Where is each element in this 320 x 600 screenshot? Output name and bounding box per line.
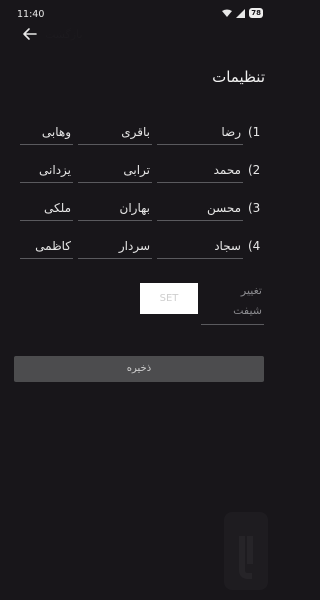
- shift-input[interactable]: تغییر شیفت: [226, 281, 262, 321]
- status-time: 11:40: [17, 9, 45, 20]
- middle-name-field[interactable]: باقری: [78, 121, 152, 145]
- back-arrow-icon[interactable]: [20, 24, 40, 44]
- last-name-field[interactable]: کاظمی: [20, 235, 73, 259]
- first-name-field[interactable]: محسن: [157, 197, 243, 221]
- wifi-icon: [222, 9, 233, 17]
- shift-placeholder-line2: شیفت: [233, 304, 262, 317]
- page-title: تنظیمات: [212, 68, 265, 86]
- status-icons: 78: [222, 8, 263, 18]
- staff-row-2: (2 محمد ترابی یزدانی: [0, 159, 277, 189]
- last-name-field[interactable]: یزدانی: [20, 159, 73, 183]
- middle-name-field[interactable]: سردار: [78, 235, 152, 259]
- back-label[interactable]: بازگشت: [45, 28, 83, 41]
- middle-name-field[interactable]: ترابی: [78, 159, 152, 183]
- battery-icon: 78: [249, 8, 263, 18]
- app-bar: بازگشت: [0, 24, 277, 54]
- shift-input-underline: [201, 324, 264, 325]
- status-bar: 11:40 78: [0, 0, 277, 24]
- first-name-field[interactable]: رضا: [157, 121, 243, 145]
- app-logo-watermark-icon: [224, 512, 268, 590]
- staff-row-1: (1 رضا باقری وهابی: [0, 121, 277, 151]
- first-name-field[interactable]: محمد: [157, 159, 243, 183]
- last-name-field[interactable]: وهابی: [20, 121, 73, 145]
- first-name-field[interactable]: سجاد: [157, 235, 243, 259]
- row-number: (4: [248, 239, 261, 253]
- middle-name-field[interactable]: بهاران: [78, 197, 152, 221]
- staff-row-4: (4 سجاد سردار کاظمی: [0, 235, 277, 265]
- signal-icon: [236, 8, 246, 18]
- staff-row-3: (3 محسن بهاران ملکی: [0, 197, 277, 227]
- save-button[interactable]: ذخیره: [14, 356, 264, 382]
- row-number: (3: [248, 201, 261, 215]
- set-button[interactable]: SET: [140, 283, 198, 314]
- row-number: (2: [248, 163, 261, 177]
- last-name-field[interactable]: ملکی: [20, 197, 73, 221]
- row-number: (1: [248, 125, 261, 139]
- shift-placeholder-line1: تغییر: [240, 284, 262, 297]
